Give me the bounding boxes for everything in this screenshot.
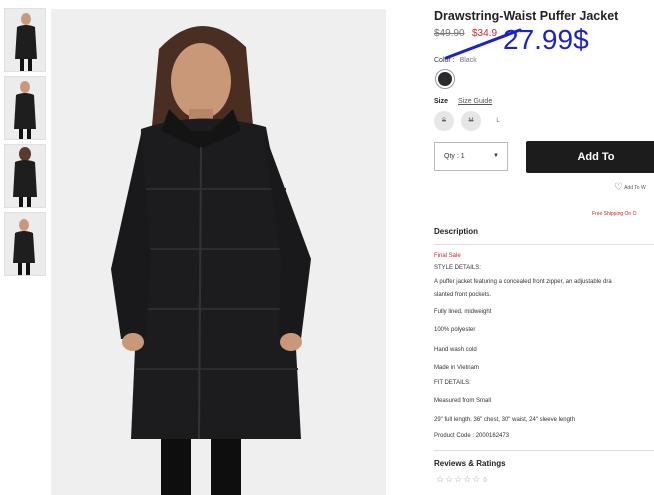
size-option-s[interactable]: S (434, 111, 454, 131)
add-to-bag-button[interactable]: Add To (526, 141, 654, 173)
description-line: slanted front pockets. (434, 292, 492, 298)
size-option-l[interactable]: L (488, 111, 508, 131)
wishlist-label: Add To W (624, 184, 646, 191)
description-line: Made in Vietnam (434, 365, 479, 371)
reviews-title: Reviews & Ratings (434, 459, 506, 468)
description-line: 29" full length, 36" chest, 30" waist, 2… (434, 417, 575, 423)
main-product-image[interactable] (51, 9, 386, 495)
size-guide-link[interactable]: Size Guide (458, 98, 492, 105)
product-code: Product Code : 2000162473 (434, 433, 510, 439)
description-divider (434, 244, 654, 245)
free-shipping-note: Free Shipping On O (592, 211, 637, 217)
size-label: Size (434, 98, 449, 105)
star-icons: ☆☆☆☆☆ (436, 474, 482, 484)
reviews-divider (434, 450, 654, 451)
product-title: Drawstring-Waist Puffer Jacket (434, 9, 619, 23)
size-row: Size Size Guide (434, 98, 492, 105)
product-info-panel: Drawstring-Waist Puffer Jacket $49.90 $3… (434, 0, 654, 495)
review-count: 0 (483, 478, 487, 484)
color-swatch-black[interactable] (435, 69, 455, 89)
chevron-down-icon: ▼ (493, 153, 499, 159)
final-sale-label: Final Sale (434, 253, 461, 259)
heart-icon: ♡ (614, 182, 623, 193)
sale-price: $34.9 (472, 28, 498, 39)
description-line: Hand wash cold (434, 347, 477, 353)
thumbnail-4[interactable] (4, 212, 46, 276)
quantity-label: Qty : 1 (444, 153, 465, 160)
description-title: Description (434, 227, 479, 236)
description-line: FIT DETAILS: (434, 380, 471, 386)
size-option-m[interactable]: M (461, 111, 481, 131)
color-value: Black (459, 57, 477, 64)
thumbnail-2[interactable] (4, 76, 46, 140)
quantity-select[interactable]: Qty : 1 ▼ (434, 142, 508, 171)
description-line: Measured from Small (434, 398, 492, 404)
description-line: STYLE DETAILS: (434, 265, 481, 271)
thumbnail-3[interactable] (4, 144, 46, 208)
description-line: Fully lined, midweight (434, 309, 492, 315)
thumbnail-1[interactable] (4, 8, 46, 72)
wishlist-link[interactable]: ♡ Add To W (614, 182, 646, 193)
color-row: Color : Black (434, 57, 477, 64)
description-line: 100% polyester (434, 327, 476, 333)
rating-stars[interactable]: ☆☆☆☆☆ 0 (436, 474, 487, 485)
thumbnail-strip (4, 8, 46, 280)
original-price: $49.90 (434, 28, 465, 39)
description-line: A puffer jacket featuring a concealed fr… (434, 279, 612, 285)
color-label: Color (434, 57, 451, 64)
